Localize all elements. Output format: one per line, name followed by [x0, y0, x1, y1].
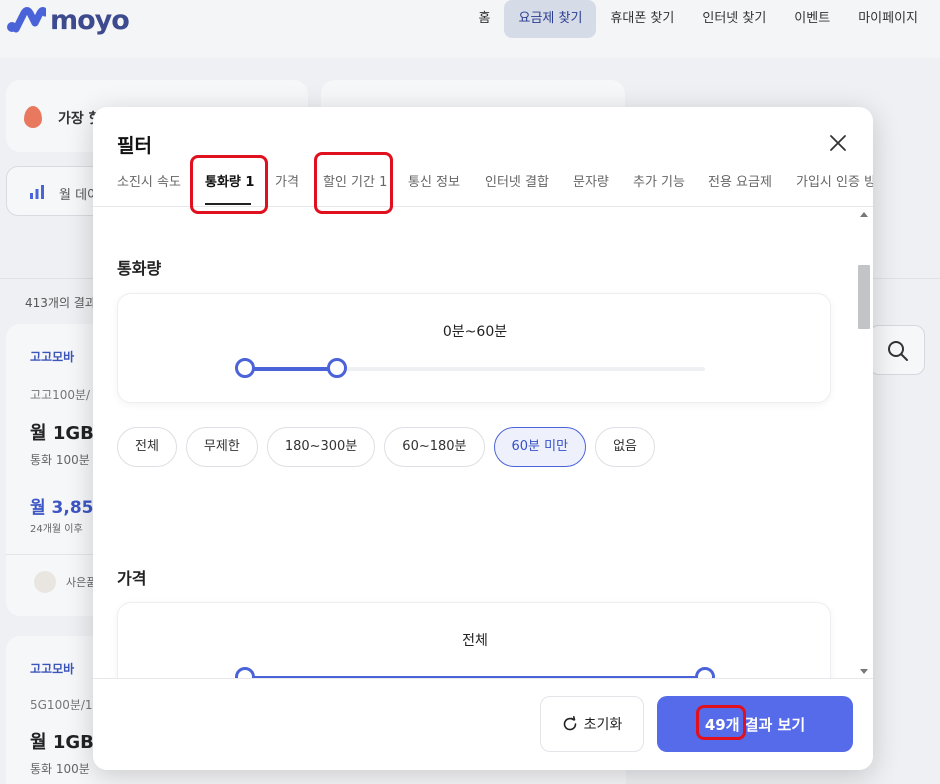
fire-icon: [24, 106, 42, 128]
search-button[interactable]: [869, 325, 925, 375]
nav-menu: 홈 요금제 찾기 휴대폰 찾기 인터넷 찾기 이벤트 마이페이지: [465, 0, 932, 38]
price-max-handle[interactable]: [695, 667, 715, 678]
logo-text: moyo: [50, 4, 130, 36]
reset-button-label: 초기화: [583, 717, 623, 733]
scroll-up-arrow-icon[interactable]: [860, 212, 868, 217]
gift-label: 사은품: [66, 576, 97, 589]
plan-data: 월 1GB: [30, 732, 94, 753]
tab-exclusive-plans[interactable]: 전용 요금제: [708, 171, 772, 205]
call-volume-slider-box: 0분~60분: [117, 293, 831, 403]
call-volume-range-label: 0분~60분: [442, 324, 508, 340]
plan-note: 24개월 이후: [30, 524, 83, 535]
moyo-logo[interactable]: moyo: [6, 4, 130, 36]
price-range-label: 전체: [462, 633, 488, 649]
reset-button[interactable]: 초기화: [540, 696, 644, 752]
modal-footer: 초기화 49개 결과 보기: [93, 678, 873, 770]
scroll-down-arrow-icon[interactable]: [860, 669, 868, 674]
filter-modal: 필터 소진시 속도 통화량 1 가격 할인 기간 1 통신 정보 인터넷 결합 …: [93, 107, 873, 770]
show-results-button[interactable]: 49개 결과 보기: [657, 696, 853, 752]
nav-item-home[interactable]: 홈: [465, 0, 505, 38]
call-option-180-300[interactable]: 180~300분: [266, 427, 376, 467]
nav-item-phone-search[interactable]: 휴대폰 찾기: [596, 0, 688, 38]
tab-signup-verification[interactable]: 가입시 인증 방: [796, 171, 873, 205]
nav-item-plan-search[interactable]: 요금제 찾기: [504, 0, 597, 38]
call-option-all[interactable]: 전체: [117, 427, 177, 467]
tab-call-volume[interactable]: 통화량 1: [205, 171, 254, 205]
tab-sms-volume[interactable]: 문자량: [573, 171, 609, 205]
tab-price[interactable]: 가격: [275, 171, 299, 205]
call-volume-slider-track[interactable]: [245, 367, 705, 371]
call-volume-min-handle[interactable]: [235, 358, 255, 378]
tab-extra-features[interactable]: 추가 기능: [633, 171, 685, 205]
show-results-label: 결과 보기: [739, 715, 806, 734]
moyo-logo-icon: [7, 7, 46, 33]
plan-name: 고고100분/: [30, 388, 91, 402]
price-min-handle[interactable]: [235, 667, 255, 678]
close-button[interactable]: [828, 133, 848, 153]
bar-chart-icon: [30, 185, 44, 199]
call-option-under-60[interactable]: 60분 미만: [493, 427, 587, 467]
call-volume-options: 전체 무제한 180~300분 60~180분 60분 미만 없음: [117, 427, 655, 467]
price-section-title: 가격: [117, 569, 147, 588]
filter-content: 통화량 0분~60분 전체 무제한 180~300분 60~180분 60분 미…: [93, 208, 873, 678]
tab-depletion-speed[interactable]: 소진시 속도: [117, 171, 181, 205]
tab-internet-bundle[interactable]: 인터넷 결합: [485, 171, 549, 205]
close-icon: [830, 135, 846, 151]
call-option-60-180[interactable]: 60~180분: [384, 427, 485, 467]
carrier-name: 고고모바: [30, 350, 75, 364]
top-nav: moyo 홈 요금제 찾기 휴대폰 찾기 인터넷 찾기 이벤트 마이페이지: [0, 0, 940, 58]
carrier-name: 고고모바: [30, 662, 75, 676]
price-slider-box: 전체: [117, 602, 831, 678]
search-icon: [888, 341, 908, 361]
plan-name: 5G100분/1: [30, 698, 93, 712]
plan-data: 월 1GB: [30, 423, 94, 444]
plan-call: 통화 100분: [30, 453, 90, 467]
active-tab-indicator: [205, 203, 251, 205]
content-scrollbar[interactable]: [857, 208, 871, 678]
tab-carrier-info[interactable]: 통신 정보: [408, 171, 460, 205]
nav-item-internet-search[interactable]: 인터넷 찾기: [688, 0, 780, 38]
call-option-none[interactable]: 없음: [595, 427, 655, 467]
gift-icon: [34, 571, 56, 593]
nav-item-mypage[interactable]: 마이페이지: [844, 0, 932, 38]
scroll-thumb[interactable]: [858, 265, 870, 329]
result-count-label: 49개: [704, 715, 740, 734]
call-volume-max-handle[interactable]: [327, 358, 347, 378]
call-option-unlimited[interactable]: 무제한: [185, 427, 258, 467]
plan-call: 통화 100분: [30, 762, 90, 776]
nav-item-events[interactable]: 이벤트: [780, 0, 844, 38]
filter-tabs: 소진시 속도 통화량 1 가격 할인 기간 1 통신 정보 인터넷 결합 문자량…: [93, 159, 873, 207]
modal-title: 필터: [117, 135, 152, 157]
call-volume-slider-fill: [245, 367, 337, 371]
result-count: 413개의 결과: [25, 296, 96, 310]
call-volume-section-title: 통화량: [117, 259, 162, 278]
refresh-icon: [563, 716, 576, 731]
tab-discount-period[interactable]: 할인 기간 1: [323, 171, 387, 205]
